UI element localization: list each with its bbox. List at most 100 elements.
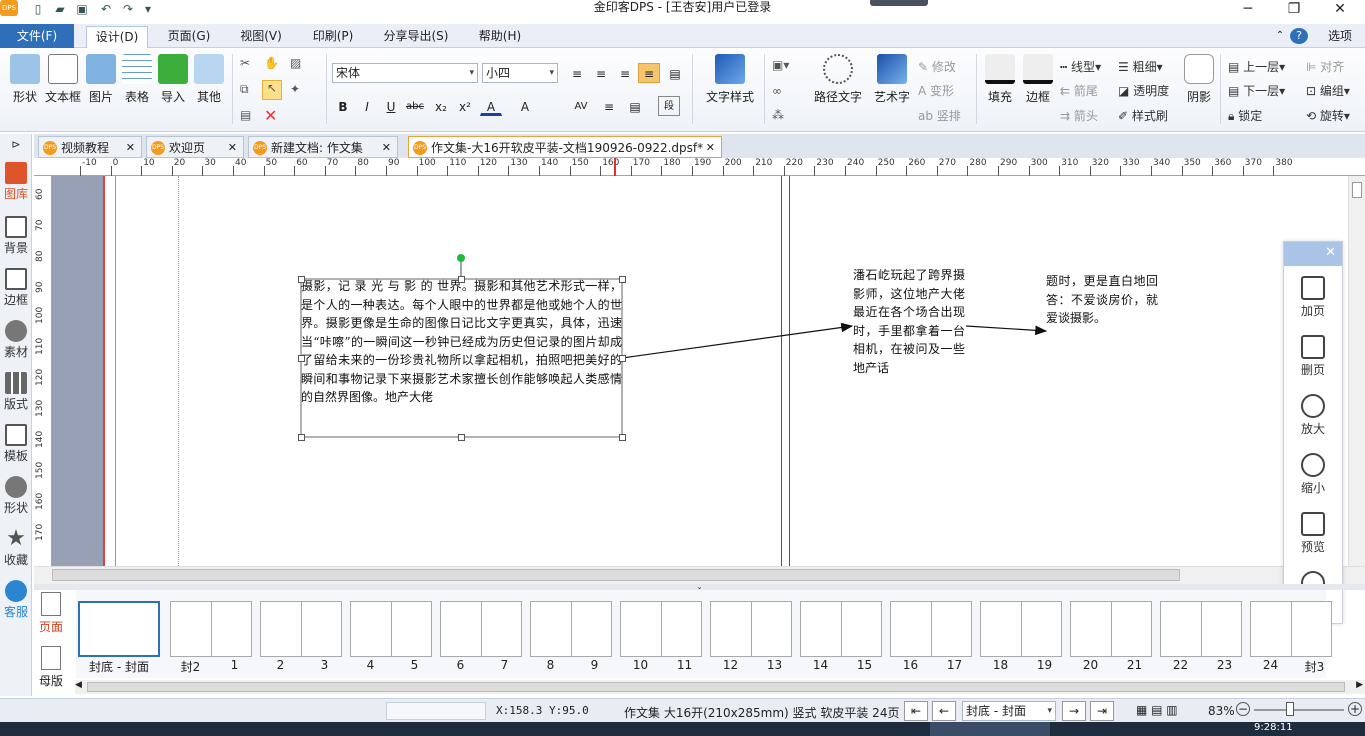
delete-page-button[interactable]: 删页 — [1284, 335, 1342, 378]
delete-icon[interactable]: ✕ — [264, 106, 277, 125]
art-text-button[interactable]: 艺术字 — [872, 54, 912, 105]
modify-button[interactable]: ✎ 修改 — [918, 58, 956, 75]
scroll-right-icon[interactable]: ▶ — [1356, 680, 1363, 690]
rotate-button[interactable]: ⟲ 旋转▾ — [1306, 107, 1350, 124]
align-justify-icon[interactable]: ≡ — [638, 63, 660, 83]
next-page-button[interactable]: → — [1062, 701, 1086, 721]
underline-button[interactable]: U — [380, 96, 402, 116]
table-button[interactable]: 表格 — [120, 54, 154, 105]
main-text-frame[interactable]: 摄影，记 录 光 与 影 的 世界。摄影和其他艺术形式一样，是个人的一种表达。每… — [301, 277, 622, 435]
columns-button[interactable]: ▤ — [624, 96, 646, 116]
line-type-button[interactable]: ┅ 线型▾ — [1060, 58, 1101, 75]
third-text-frame[interactable]: 题时，更是直白地回答：不爱谈房价，就爱谈摄影。 — [1046, 272, 1158, 328]
collapse-panel-icon[interactable]: ⊳ — [0, 138, 32, 151]
subscript-button[interactable]: x₂ — [430, 96, 452, 116]
shape-tool[interactable]: 形状 — [0, 476, 32, 516]
group-button[interactable]: ⊡ 编组▾ — [1306, 82, 1350, 99]
magic-wand-icon[interactable]: ✦ — [290, 82, 300, 96]
customer-service-tool[interactable]: 客服 — [0, 580, 32, 620]
page-thumbnail[interactable] — [1250, 601, 1332, 657]
hand-icon[interactable]: ✋ — [264, 56, 279, 70]
text-style-button[interactable]: 文字样式 — [700, 54, 760, 105]
char-spacing-button[interactable]: AV — [566, 96, 596, 116]
select-pointer-icon[interactable]: ↖ — [262, 80, 282, 100]
resize-handle[interactable] — [298, 355, 305, 362]
pages-tab[interactable]: 页面 — [34, 592, 68, 635]
resize-handle[interactable] — [458, 434, 465, 441]
paragraph-button[interactable]: 段 — [658, 96, 680, 116]
path-text-button[interactable]: 路径文字 — [810, 54, 866, 105]
image-button[interactable]: 图片 — [84, 54, 118, 105]
resize-handle[interactable] — [619, 434, 626, 441]
transform-button[interactable]: A 变形 — [918, 82, 954, 99]
page-strip-scrollbar[interactable]: ◀ ▶ — [75, 680, 1365, 694]
page-thumbnail-selected[interactable] — [78, 601, 160, 657]
bold-button[interactable]: B — [332, 96, 354, 116]
scroll-thumb[interactable] — [1352, 182, 1362, 198]
lock-button[interactable]: 🔒︎ 锁定 — [1228, 107, 1262, 124]
tab-share-export[interactable]: 分享导出(S) — [376, 26, 456, 48]
scroll-left-icon[interactable]: ◀ — [75, 680, 82, 690]
active-task[interactable] — [930, 722, 1050, 736]
second-text-frame[interactable]: 潘石屹玩起了跨界摄影师，这位地产大佬最近在各个场合出现时，手里都拿着一台相机，在… — [853, 266, 965, 377]
textbox-button[interactable]: 文本框 — [44, 54, 82, 105]
resize-handle[interactable] — [619, 355, 626, 362]
page-thumbnail[interactable] — [620, 601, 702, 657]
zoom-in-button[interactable]: + — [1348, 702, 1362, 716]
border-button[interactable]: 边框 — [1020, 54, 1056, 105]
resize-handle[interactable] — [298, 434, 305, 441]
arrow-head-button[interactable]: ⇇ 箭尾 — [1060, 82, 1098, 99]
horizontal-scrollbar[interactable] — [34, 566, 1365, 584]
template-tool[interactable]: 模板 — [0, 424, 32, 464]
tab-page[interactable]: 页面(G) — [160, 26, 218, 48]
cut-icon[interactable]: ✂ — [240, 56, 250, 70]
font-color-button[interactable]: A — [480, 96, 502, 116]
page-select[interactable]: 封底 - 封面 — [962, 701, 1056, 721]
view-mode-icons[interactable]: ▦ ▤ ▥ — [1136, 703, 1178, 717]
help-icon[interactable]: ? — [1290, 28, 1308, 44]
page-thumbnail[interactable] — [350, 601, 432, 657]
layout-tool[interactable]: 版式 — [0, 372, 32, 412]
link-icon[interactable]: ∞ — [772, 84, 782, 98]
font-name-select[interactable]: 宋体 — [332, 63, 478, 83]
collapse-ribbon-icon[interactable]: ⌃ — [1272, 26, 1288, 48]
page-thumbnail[interactable] — [1160, 601, 1242, 657]
page-thumbnail[interactable] — [530, 601, 612, 657]
image-crop-icon[interactable]: ▨ — [290, 56, 301, 70]
doc-tab-welcome[interactable]: DPS 欢迎页 ✕ — [146, 136, 244, 158]
close-tab-icon[interactable]: ✕ — [228, 137, 237, 159]
font-size-select[interactable]: 小四 — [482, 63, 558, 83]
page-thumbnail[interactable] — [170, 601, 252, 657]
tab-print[interactable]: 印刷(P) — [304, 26, 362, 48]
close-panel-icon[interactable]: ✕ — [1325, 245, 1336, 260]
arrow-tail-button[interactable]: ⇉ 箭头 — [1060, 107, 1098, 124]
preview-button[interactable]: 预览 — [1284, 512, 1342, 555]
close-tab-icon[interactable]: ✕ — [126, 137, 135, 159]
send-backward-button[interactable]: ▤ 下一层▾ — [1228, 82, 1285, 99]
import-button[interactable]: 导入 — [156, 54, 190, 105]
superscript-button[interactable]: x² — [454, 96, 476, 116]
zoom-slider[interactable] — [1254, 709, 1344, 711]
zoom-slider-thumb[interactable] — [1286, 702, 1294, 716]
shadow-button[interactable]: 阴影 — [1182, 54, 1216, 105]
prev-page-button[interactable]: ← — [932, 701, 956, 721]
page-thumbnail[interactable] — [260, 601, 342, 657]
thickness-button[interactable]: ☰ 粗细▾ — [1118, 58, 1163, 75]
favorites-tool[interactable]: ★ 收藏 — [0, 528, 32, 568]
scroll-thumb[interactable] — [52, 569, 1180, 581]
zoom-out-button[interactable]: 缩小 — [1284, 453, 1342, 496]
file-menu[interactable]: 文件(F) — [0, 24, 74, 48]
tab-help[interactable]: 帮助(H) — [470, 26, 530, 48]
copy-icon[interactable]: ⧉ — [240, 82, 249, 97]
vertical-scrollbar[interactable] — [1348, 176, 1365, 566]
strikethrough-button[interactable]: abc — [404, 96, 426, 116]
other-button[interactable]: 其他 — [192, 54, 226, 105]
gallery-tool[interactable]: 图库 — [0, 162, 32, 202]
zoom-in-button[interactable]: 放大 — [1284, 394, 1342, 437]
page-thumbnail[interactable] — [800, 601, 882, 657]
maximize-button[interactable]: ❐ — [1274, 0, 1314, 20]
rotate-handle[interactable] — [457, 254, 465, 262]
bring-forward-button[interactable]: ▤ 上一层▾ — [1228, 58, 1285, 75]
align-left-icon[interactable]: ≡ — [566, 63, 588, 83]
last-page-button[interactable]: ⇥ — [1090, 701, 1114, 721]
